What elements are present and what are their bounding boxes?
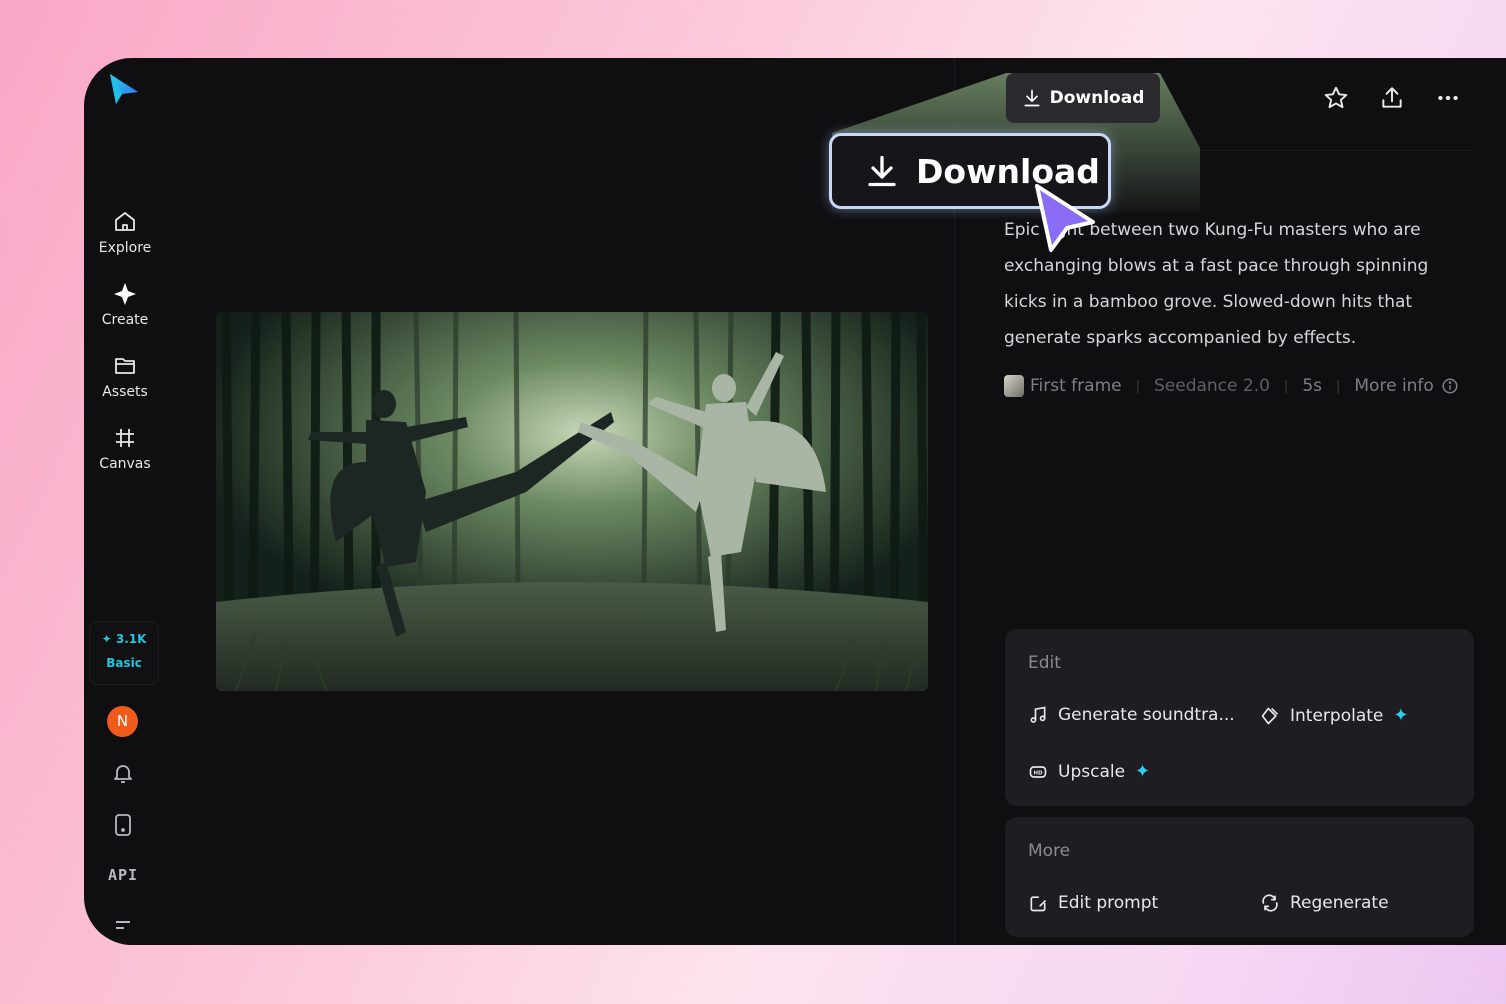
generate-soundtrack-button[interactable]: Generate soundtra...	[1028, 705, 1235, 725]
separator: |	[1336, 378, 1341, 394]
download-label: Download	[1049, 88, 1145, 108]
star-icon[interactable]	[1323, 85, 1349, 111]
sparkle-icon: ✦	[101, 632, 112, 646]
nav-explore-label: Explore	[98, 240, 152, 256]
menu-icon[interactable]	[111, 918, 135, 938]
upscale-label: Upscale	[1058, 761, 1126, 782]
cursor-icon	[1035, 184, 1095, 252]
folder-icon	[115, 358, 135, 374]
upscale-button[interactable]: HD Upscale ✦	[1028, 761, 1150, 782]
generate-soundtrack-label: Generate soundtra...	[1058, 705, 1235, 725]
credits-amount: ✦ 3.1K	[90, 632, 158, 646]
music-note-icon	[1030, 706, 1046, 723]
first-frame-thumbnail[interactable]	[1004, 375, 1024, 397]
generation-meta: First frame | Seedance 2.0 | 5s | More i…	[1004, 372, 1459, 400]
nav-create-label: Create	[101, 312, 149, 328]
nav-canvas[interactable]: Canvas	[84, 426, 166, 472]
edit-card: Edit Generate soundtra... Interpolate ✦ …	[1005, 629, 1474, 806]
edit-prompt-button[interactable]: Edit prompt	[1028, 893, 1158, 913]
mobile-app-icon[interactable]	[111, 813, 135, 837]
app-logo[interactable]	[106, 72, 140, 106]
edit-prompt-label: Edit prompt	[1058, 893, 1159, 913]
nav-assets[interactable]: Assets	[84, 354, 166, 400]
edit-prompt-icon	[1030, 896, 1047, 912]
regenerate-button[interactable]: Regenerate	[1260, 893, 1389, 913]
nav-create[interactable]: Create	[84, 282, 166, 328]
avatar[interactable]: N	[107, 706, 138, 737]
first-frame-link[interactable]: First frame	[1030, 376, 1122, 396]
interpolate-button[interactable]: Interpolate ✦	[1260, 705, 1408, 726]
edit-card-title: Edit	[1028, 653, 1061, 673]
hd-icon: HD	[1029, 765, 1047, 778]
credits-amount-value: 3.1K	[115, 632, 147, 646]
separator: |	[1283, 378, 1289, 394]
download-button[interactable]: Download	[1006, 73, 1160, 123]
separator: |	[1135, 378, 1140, 394]
credits-badge[interactable]: ✦ 3.1K Basic	[89, 621, 159, 685]
nav-canvas-label: Canvas	[99, 456, 151, 472]
canvas-icon	[116, 429, 134, 447]
info-icon[interactable]	[1441, 377, 1459, 395]
nav-explore[interactable]: Explore	[84, 210, 166, 256]
premium-sparkle-icon: ✦	[1135, 761, 1151, 782]
more-card: More Edit prompt Regenerate	[1005, 817, 1474, 937]
api-link[interactable]: API	[108, 866, 138, 884]
home-icon	[115, 212, 135, 231]
duration: 5s	[1302, 376, 1322, 396]
regenerate-icon	[1262, 894, 1278, 912]
more-options-icon[interactable]	[1435, 85, 1461, 111]
model-name: Seedance 2.0	[1153, 376, 1270, 396]
download-icon	[1024, 89, 1040, 107]
regenerate-label: Regenerate	[1290, 893, 1389, 913]
nav-assets-label: Assets	[102, 384, 148, 400]
premium-sparkle-icon: ✦	[1393, 705, 1409, 726]
download-icon	[868, 155, 896, 187]
more-card-title: More	[1028, 841, 1071, 861]
svg-text:HD: HD	[1033, 770, 1043, 776]
bell-icon[interactable]	[111, 761, 135, 785]
video-preview[interactable]	[216, 312, 928, 691]
plan-label: Basic	[106, 656, 142, 670]
interpolate-icon	[1261, 707, 1279, 724]
sparkle-icon	[114, 283, 136, 305]
more-info-link[interactable]: More info	[1354, 376, 1433, 396]
app-window: Explore Create Assets Canvas ✦ 3.1K Basi…	[84, 58, 1506, 945]
share-icon[interactable]	[1379, 85, 1405, 111]
interpolate-label: Interpolate	[1290, 705, 1384, 726]
